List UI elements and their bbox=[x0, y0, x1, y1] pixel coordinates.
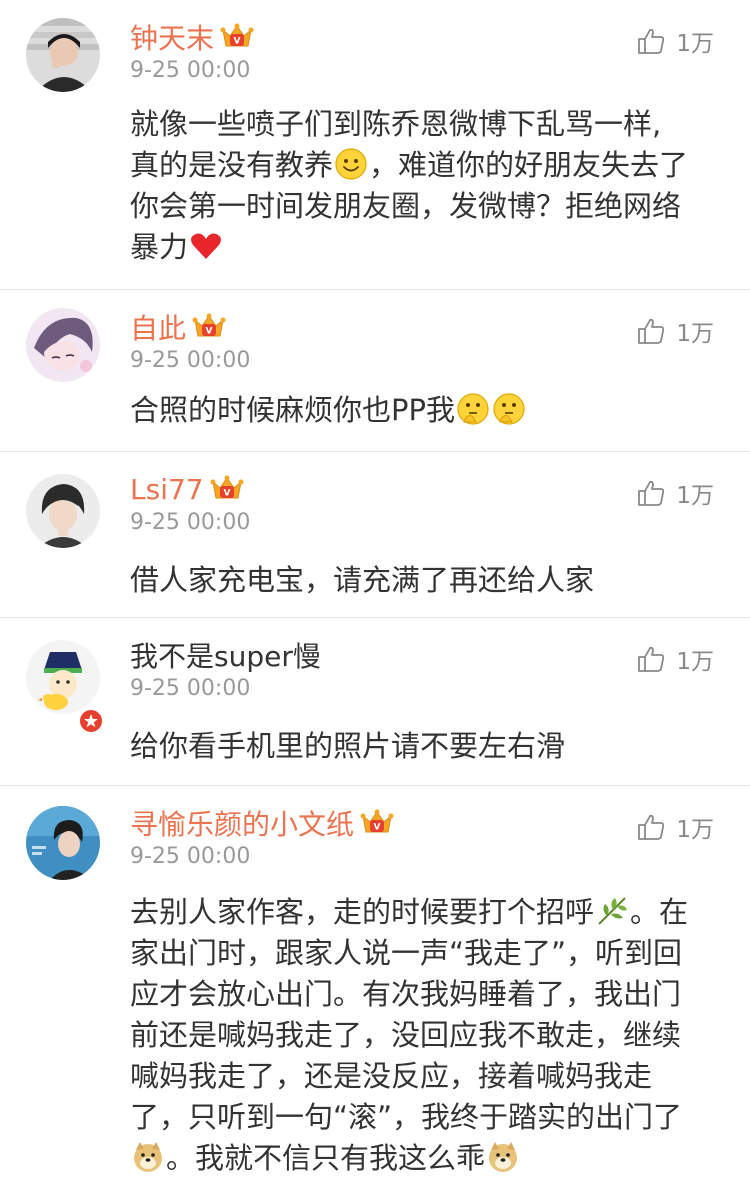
like-count: 1万 bbox=[676, 321, 714, 347]
comment-text: 合照的时候麻烦你也PP我 bbox=[130, 390, 710, 431]
comment-line: 你会第一时间发朋友圈，发微博？拒绝网络 bbox=[130, 189, 682, 223]
comment-line: 暴力 bbox=[130, 227, 710, 268]
avatar[interactable] bbox=[26, 308, 100, 382]
comment-feed: 钟天末 V 9-25 00:00 1万 就像一些喷子们到陈乔恩微博下乱骂一样, … bbox=[0, 0, 750, 1204]
like-count: 1万 bbox=[676, 649, 714, 675]
like-button[interactable]: 1万 bbox=[636, 642, 714, 676]
smile-emoji-icon bbox=[334, 147, 368, 181]
avatar[interactable] bbox=[26, 806, 100, 880]
like-count: 1万 bbox=[676, 817, 714, 843]
comment-line: 前还是喊妈我走了，没回应我不敢走，继续 bbox=[130, 1018, 682, 1052]
comment-line: 真的是没有教养 ，难道你的好朋友失去了 bbox=[130, 147, 689, 182]
comment-line: 。我就不信只有我这么乖 bbox=[130, 1138, 710, 1179]
comment-line: 合照的时候麻烦你也PP我 bbox=[130, 390, 710, 431]
vip-crown-icon: V bbox=[192, 312, 226, 342]
comment-line: 家出门时，跟家人说一声“我走了”，听到回 bbox=[130, 936, 683, 970]
thinking-emoji-icon bbox=[456, 392, 490, 426]
doge-emoji-icon bbox=[486, 1140, 520, 1174]
comment-text: 给你看手机里的照片请不要左右滑 bbox=[130, 726, 710, 767]
thumbs-up-icon bbox=[638, 814, 665, 840]
like-button[interactable]: 1万 bbox=[636, 24, 714, 58]
username[interactable]: 我不是super慢 bbox=[130, 635, 321, 675]
comment-line: 就像一些喷子们到陈乔恩微博下乱骂一样, bbox=[130, 107, 662, 141]
comment-item: Lsi77 V 9-25 00:00 1万 借人家充电宝，请充满了再还给人家 bbox=[0, 452, 750, 618]
comment-line: 喊妈我走了，还是没反应，接着喊妈我走 bbox=[130, 1059, 653, 1093]
svg-text:V: V bbox=[223, 489, 230, 499]
like-count: 1万 bbox=[676, 483, 714, 509]
vip-crown-icon: V bbox=[360, 808, 394, 838]
comment-time: 9-25 00:00 bbox=[130, 844, 251, 869]
comment-item: 寻愉乐颜的小文纸 V 9-25 00:00 1万 去别人家作客，走的时候要打个招… bbox=[0, 786, 750, 1204]
comment-line: 给你看手机里的照片请不要左右滑 bbox=[130, 729, 566, 763]
doge-emoji-icon bbox=[131, 1140, 165, 1174]
thumbs-up-icon bbox=[638, 318, 665, 344]
username[interactable]: Lsi77 bbox=[130, 473, 204, 506]
vip-crown-icon: V bbox=[210, 474, 244, 504]
comment-item: 自此 V 9-25 00:00 1万 合照的时候麻烦你也PP我 bbox=[0, 290, 750, 452]
vip-crown-icon: V bbox=[220, 22, 254, 52]
avatar[interactable] bbox=[26, 18, 100, 92]
leaf-emoji-icon bbox=[595, 894, 629, 928]
red-heart-icon bbox=[189, 229, 223, 263]
comment-line: 应才会放心出门。有次我妈睡着了，我出门 bbox=[130, 977, 682, 1011]
comment-line: 了，只听到一句“滚”，我终于踏实的出门了 bbox=[130, 1100, 683, 1134]
comment-text: 去别人家作客，走的时候要打个招呼 。在 家出门时，跟家人说一声“我走了”，听到回 … bbox=[130, 892, 710, 1179]
thumbs-up-icon bbox=[638, 646, 665, 672]
svg-text:V: V bbox=[234, 37, 241, 47]
comment-item: 我不是super慢 9-25 00:00 1万 给你看手机里的照片请不要左右滑 bbox=[0, 618, 750, 786]
comment-time: 9-25 00:00 bbox=[130, 348, 251, 373]
username[interactable]: 自此 bbox=[130, 307, 186, 347]
comment-time: 9-25 00:00 bbox=[130, 510, 251, 535]
avatar[interactable] bbox=[26, 474, 100, 548]
thumbs-up-icon bbox=[638, 28, 665, 54]
like-button[interactable]: 1万 bbox=[636, 314, 714, 348]
thinking-emoji-icon bbox=[492, 392, 526, 426]
svg-text:V: V bbox=[206, 327, 213, 337]
thumbs-up-icon bbox=[638, 480, 665, 506]
comment-line: 借人家充电宝，请充满了再还给人家 bbox=[130, 563, 595, 597]
like-button[interactable]: 1万 bbox=[636, 476, 714, 510]
like-count: 1万 bbox=[676, 31, 714, 57]
username[interactable]: 钟天末 bbox=[130, 17, 214, 57]
like-button[interactable]: 1万 bbox=[636, 810, 714, 844]
svg-text:V: V bbox=[374, 823, 381, 833]
comment-time: 9-25 00:00 bbox=[130, 58, 251, 83]
comment-time: 9-25 00:00 bbox=[130, 676, 251, 701]
verified-badge-icon bbox=[78, 708, 104, 734]
avatar[interactable] bbox=[26, 640, 100, 714]
comment-text: 就像一些喷子们到陈乔恩微博下乱骂一样, 真的是没有教养 ，难道你的好朋友失去了 你… bbox=[130, 104, 710, 268]
comment-text: 借人家充电宝，请充满了再还给人家 bbox=[130, 560, 710, 601]
comment-item: 钟天末 V 9-25 00:00 1万 就像一些喷子们到陈乔恩微博下乱骂一样, … bbox=[0, 0, 750, 290]
username[interactable]: 寻愉乐颜的小文纸 bbox=[130, 803, 354, 843]
comment-line: 去别人家作客，走的时候要打个招呼 。在 bbox=[130, 894, 689, 929]
